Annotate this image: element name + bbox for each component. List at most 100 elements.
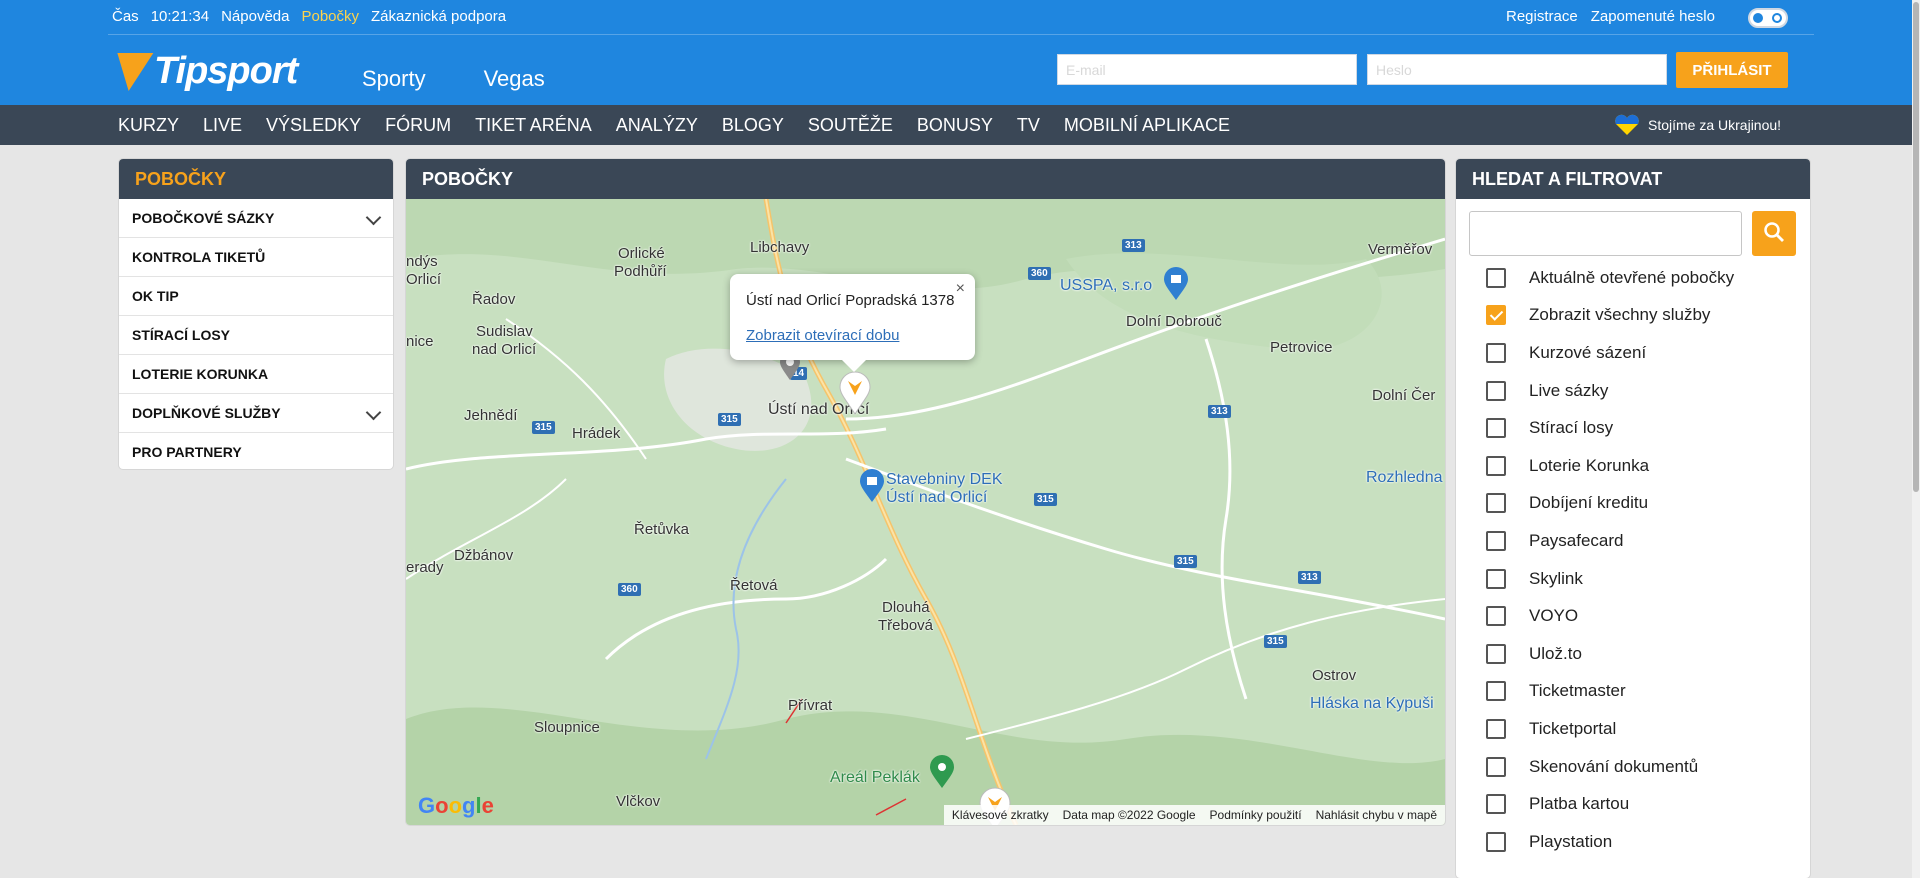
page-scrollbar-thumb[interactable] [1913,2,1919,492]
sidebar-item-scratch-cards[interactable]: STÍRACÍ LOSY [119,316,393,355]
sidebar-item-lottery[interactable]: LOTERIE KORUNKA [119,355,393,394]
email-input[interactable] [1057,54,1357,85]
map-label: Sloupnice [534,719,600,736]
filter-option[interactable]: Ticketportal [1486,710,1734,748]
map-data-credit: Data map ©2022 Google [1062,808,1196,822]
sidebar-item-branch-bets[interactable]: POBOČKOVÉ SÁZKY [119,199,393,238]
map-label: Areál Peklák [830,769,920,786]
checkbox[interactable] [1486,455,1506,476]
filter-option[interactable]: Ticketmaster [1486,673,1734,711]
subnav-blogy[interactable]: BLOGY [722,115,784,135]
map-label: Orlicí [406,271,441,288]
filter-option[interactable]: Skylink [1486,560,1734,598]
branch-marker-icon[interactable] [838,371,872,415]
checkbox[interactable] [1486,267,1506,288]
map-label: ndýs [406,253,438,270]
help-link[interactable]: Nápověda [221,8,289,26]
theme-toggle[interactable] [1748,8,1788,28]
sidebar-item-label: POBOČKOVÉ SÁZKY [132,210,275,226]
filter-option[interactable]: Aktuálně otevřené pobočky [1486,259,1734,297]
checkbox[interactable] [1486,681,1506,702]
tipsport-logo[interactable]: Tipsport [110,50,298,93]
login-button[interactable]: PŘIHLÁSIT [1676,52,1788,88]
checkbox[interactable] [1486,380,1506,401]
checkbox[interactable] [1486,606,1506,627]
keyboard-shortcuts-link[interactable]: Klávesové zkratky [952,805,1049,825]
filter-option[interactable]: Ulož.to [1486,635,1734,673]
sidebar-menu: POBOČKOVÉ SÁZKY KONTROLA TIKETŮ OK TIP S… [119,199,393,469]
sidebar-item-ticket-check[interactable]: KONTROLA TIKETŮ [119,238,393,277]
subnav-souteze[interactable]: SOUTĚŽE [808,115,893,135]
subnav-tiket-arena[interactable]: TIKET ARÉNA [475,115,592,135]
search-icon [1764,222,1784,242]
sidebar-item-partners[interactable]: PRO PARTNERY [119,433,393,469]
filter-option[interactable]: Loterie Korunka [1486,447,1734,485]
filter-option[interactable]: Kurzové sázení [1486,334,1734,372]
map-title: POBOČKY [406,159,1445,199]
filter-option[interactable]: Dobíjení kreditu [1486,485,1734,523]
filter-option[interactable]: Live sázky [1486,372,1734,410]
opening-hours-link[interactable]: Zobrazit otevírací dobu [746,327,899,344]
map-label: Ústí nad Orlicí [886,489,988,506]
checkbox[interactable] [1486,643,1506,664]
report-error-link[interactable]: Nahlásit chybu v mapě [1316,805,1437,825]
forgot-password-link[interactable]: Zapomenuté heslo [1591,8,1715,26]
filter-label: Platba kartou [1529,794,1630,814]
filter-label: Live sázky [1529,380,1609,400]
sidebar-item-ok-tip[interactable]: OK TIP [119,277,393,316]
map-label: erady [406,559,444,576]
checkbox[interactable] [1486,718,1506,739]
branch-map[interactable]: Libchavy Orlické Podhůří ndýs Orlicí Řad… [406,199,1445,825]
filter-option[interactable]: Stírací losy [1486,409,1734,447]
close-icon[interactable]: × [956,280,965,298]
filter-option[interactable]: Paysafecard [1486,522,1734,560]
subnav-bonusy[interactable]: BONUSY [917,115,993,135]
ukraine-heart-icon [1615,114,1639,135]
subnav-vysledky[interactable]: VÝSLEDKY [266,115,361,135]
checkbox[interactable] [1486,794,1506,815]
main-nav: Sporty Vegas [362,66,545,92]
filter-option[interactable]: Skenování dokumentů [1486,748,1734,786]
subnav-live[interactable]: LIVE [203,115,242,135]
checkbox[interactable] [1486,493,1506,514]
subnav-mobile-app[interactable]: MOBILNÍ APLIKACE [1064,115,1230,135]
google-logo: Google [418,793,494,818]
sidebar-item-label: DOPLŇKOVÉ SLUŽBY [132,405,281,421]
subnav-analyzy[interactable]: ANALÝZY [616,115,698,135]
nav-vegas[interactable]: Vegas [484,66,545,92]
branches-link[interactable]: Pobočky [301,8,359,26]
checkbox[interactable] [1486,831,1506,852]
shop-marker-icon[interactable] [1162,267,1190,301]
sidebar-item-extra-services[interactable]: DOPLŇKOVÉ SLUŽBY [119,394,393,433]
park-marker-icon[interactable] [928,755,956,789]
utility-links: Čas 10:21:34 Nápověda Pobočky Zákaznická… [112,8,506,26]
nav-sporty[interactable]: Sporty [362,66,426,92]
checkbox[interactable] [1486,418,1506,439]
filter-option[interactable]: Playstation [1486,823,1734,861]
filter-option[interactable]: VOYO [1486,597,1734,635]
map-label: Řetůvka [634,521,690,538]
filter-option[interactable]: Platba kartou [1486,785,1734,823]
filter-option[interactable]: Zobrazit všechny služby [1486,297,1734,335]
shop-marker-icon[interactable] [858,469,886,503]
map-panel: POBOČKY Libchavy Orlické Podhůří ndýs Or… [406,159,1445,825]
checkbox-checked[interactable] [1486,305,1506,326]
password-input[interactable] [1367,54,1667,85]
filter-label: Loterie Korunka [1529,455,1650,475]
terms-link[interactable]: Podmínky použití [1210,805,1302,825]
search-input[interactable] [1469,211,1742,256]
register-link[interactable]: Registrace [1506,8,1578,26]
header-divider [108,34,1814,35]
checkbox[interactable] [1486,568,1506,589]
checkbox[interactable] [1486,530,1506,551]
checkbox[interactable] [1486,756,1506,777]
checkbox[interactable] [1486,342,1506,363]
subnav-forum[interactable]: FÓRUM [385,115,451,135]
ukraine-banner[interactable]: Stojíme za Ukrajinou! [1614,114,1781,136]
subnav-tv[interactable]: TV [1017,115,1040,135]
support-link[interactable]: Zákaznická podpora [371,8,506,26]
map-label: Petrovice [1270,339,1333,356]
subnav-kurzy[interactable]: KURZY [118,115,179,135]
search-button[interactable] [1752,211,1796,256]
filter-list: Aktuálně otevřené pobočky Zobrazit všech… [1486,259,1734,861]
